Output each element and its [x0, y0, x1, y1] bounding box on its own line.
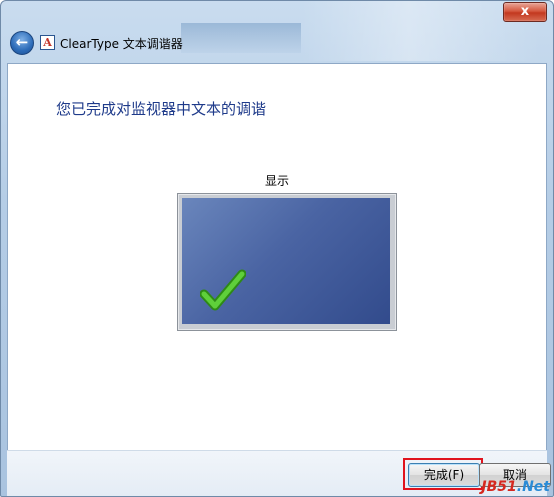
page-heading: 您已完成对监视器中文本的调谐 — [56, 100, 267, 118]
title-bar-deco — [181, 23, 301, 53]
check-icon — [200, 269, 246, 311]
monitor-screen — [182, 198, 390, 324]
finish-button[interactable]: 完成(F) — [408, 463, 480, 487]
monitor-preview — [177, 193, 397, 331]
app-icon-glyph: A — [43, 36, 52, 49]
back-arrow-icon: ← — [15, 33, 29, 51]
close-icon: x — [520, 4, 530, 19]
site-watermark: JB51.Net — [481, 479, 550, 495]
watermark-part1: JB51 — [481, 479, 517, 495]
window-title: ClearType 文本调谐器 — [60, 37, 183, 51]
display-label: 显示 — [264, 174, 289, 188]
back-button[interactable]: ← — [10, 31, 34, 55]
cleartype-app-icon: A — [40, 35, 55, 50]
cleartype-window: x ← A ClearType 文本调谐器 您已完成对监视器中文本的调谐 显示 … — [0, 0, 554, 497]
footer-bar: 完成(F) 取消 — [7, 450, 551, 496]
close-button[interactable]: x — [503, 2, 547, 22]
watermark-part2: .Net — [516, 479, 550, 495]
content-panel: 您已完成对监视器中文本的调谐 显示 — [7, 63, 547, 451]
